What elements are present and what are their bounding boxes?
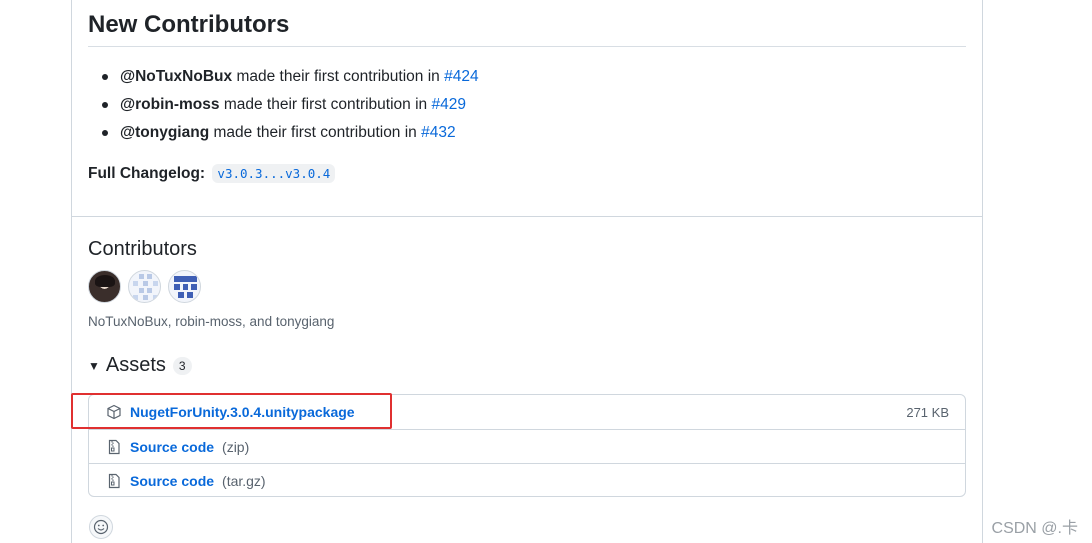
list-item: @tonygiang made their first contribution… [102,122,479,150]
file-zip-icon [108,439,120,454]
contributor-user-link[interactable]: @NoTuxNoBux [120,68,232,85]
full-changelog: Full Changelog: v3.0.3...v3.0.4 [88,163,336,184]
assets-heading: Assets [105,354,166,376]
source-code-zip-link[interactable]: Source code [130,439,214,455]
asset-ext: (tar.gz) [222,472,266,489]
changelog-compare-link[interactable]: v3.0.3...v3.0.4 [212,164,336,183]
contributor-names: NoTuxNoBux, robin-moss, and tonygiang [88,314,335,329]
asset-ext: (zip) [222,438,250,455]
list-item: @robin-moss made their first contributio… [102,94,479,122]
pr-link[interactable]: #429 [431,96,465,113]
identicon-icon [174,276,197,298]
avatar[interactable] [128,270,161,303]
list-item: @NoTuxNoBux made their first contributio… [102,66,479,94]
assets-toggle[interactable]: ▼ Assets 3 [88,354,192,377]
avatar[interactable] [168,270,201,303]
identicon-icon [133,274,158,300]
contribution-text: made their first contribution in [213,124,417,141]
smiley-icon [93,519,109,535]
file-zip-icon [108,473,120,488]
triangle-down-icon: ▼ [88,358,100,373]
asset-row: Source code (zip) [89,429,965,463]
heading-rule [88,46,966,47]
new-contributors-heading: New Contributors [88,11,290,38]
contributor-avatars [88,270,201,303]
changelog-label: Full Changelog: [88,165,206,182]
source-code-targz-link[interactable]: Source code [130,473,214,489]
pr-link[interactable]: #432 [421,124,455,141]
watermark: CSDN @.卡 [991,520,1078,537]
pr-link[interactable]: #424 [444,68,478,85]
asset-size: 271 KB [906,404,949,420]
add-reaction-button[interactable] [89,515,113,539]
new-contributors-list: @NoTuxNoBux made their first contributio… [102,66,479,150]
highlight-box [71,393,392,429]
avatar[interactable] [88,270,121,303]
section-divider [71,216,983,217]
contributor-user-link[interactable]: @tonygiang [120,124,209,141]
contribution-text: made their first contribution in [236,68,440,85]
contribution-text: made their first contribution in [223,96,428,113]
contributors-heading: Contributors [88,238,197,260]
asset-row: Source code (tar.gz) [89,463,965,497]
assets-count-badge: 3 [172,356,192,375]
contributor-user-link[interactable]: @robin-moss [120,96,220,113]
